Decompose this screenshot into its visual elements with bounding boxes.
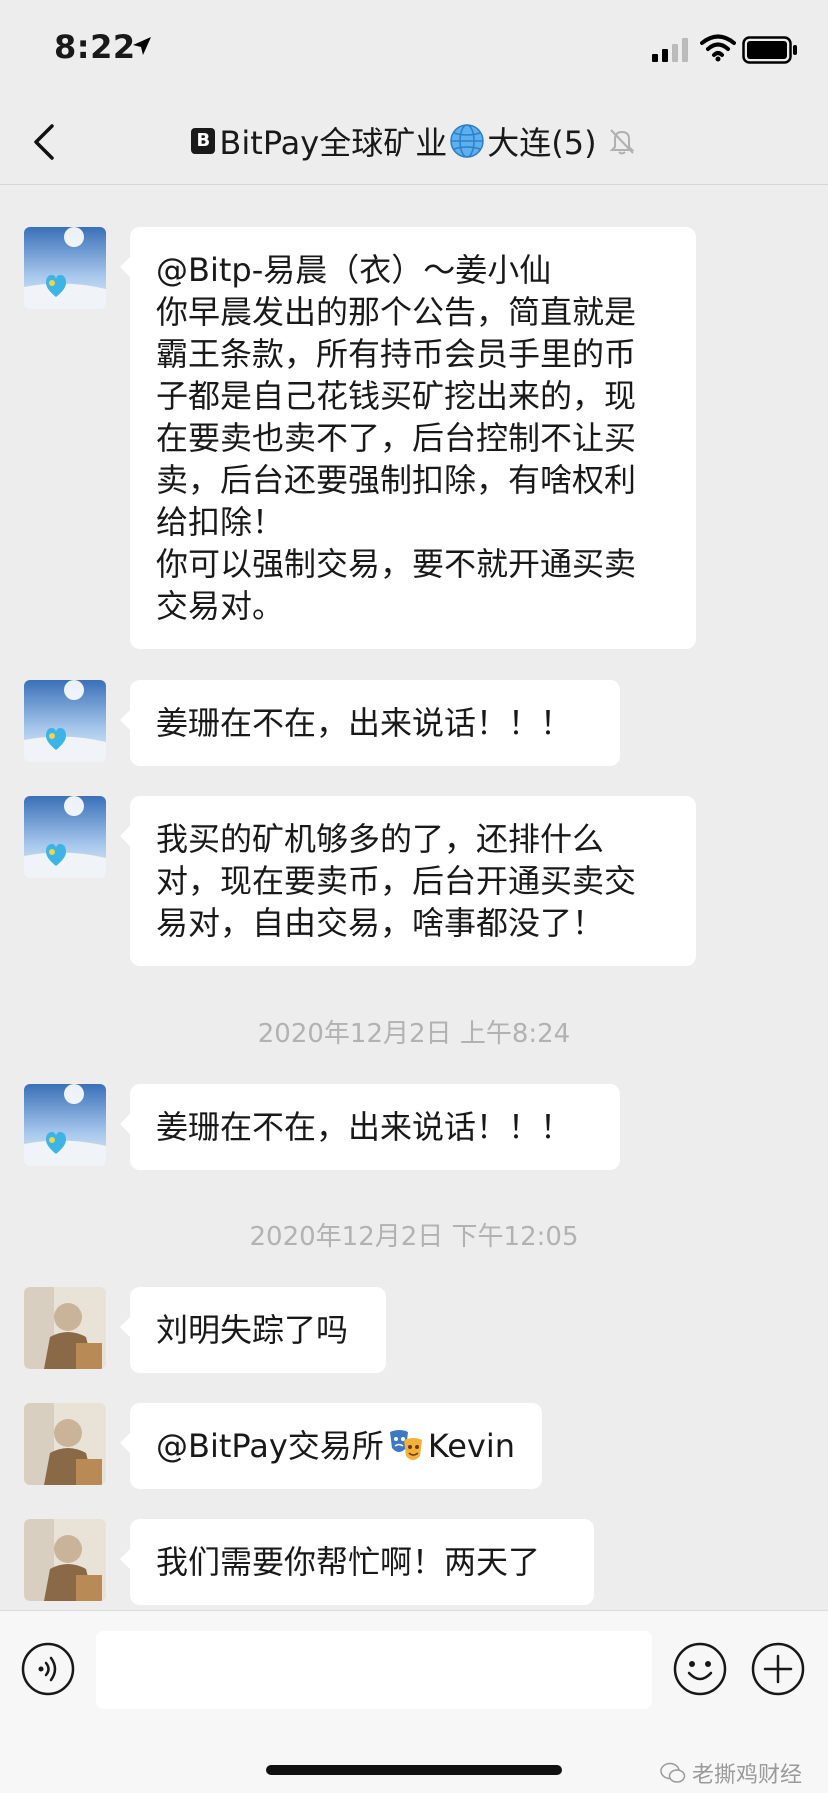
message-list[interactable]: @Bitp-易晨（衣）～姜小仙 你早晨发出的那个公告，简直就是 霸王条款，所有持… [0,185,828,1610]
message-line: 刘明失踪了吗 [156,1311,349,1349]
message-line: 交易对。 [156,587,285,625]
message-line: 对，现在要卖币，后台开通买卖交 [156,862,637,900]
message-line: @BitPay交易所 [156,1427,384,1465]
chat-title-part2: 大连(5) [487,124,597,162]
message-bubble[interactable]: @BitPay交易所 Kevin [120,1403,542,1489]
masks-emoji-icon [389,1430,422,1460]
message-line: 给扣除！ [156,503,285,541]
message-input[interactable] [96,1631,652,1709]
message-bubble[interactable]: 刘明失踪了吗 [120,1287,386,1373]
avatar[interactable] [24,1287,106,1369]
avatar[interactable] [24,227,106,309]
message-line: Kevin [427,1427,515,1465]
chat-title-part1: BitPay全球矿业 [219,124,448,162]
home-indicator [266,1765,562,1775]
message-line: 姜珊在不在，出来说话！！！ [156,1108,573,1146]
avatar[interactable] [24,1403,106,1485]
timestamp: 2020年12月2日 上午8:24 [257,1019,571,1049]
message-line: 姜珊在不在，出来说话！！！ [156,704,573,742]
message-line: 卖，后台还要强制扣除，有啥权利 [156,461,637,499]
message-line: 你早晨发出的那个公告，简直就是 [156,293,637,331]
globe-icon [450,124,484,158]
wechat-logo-icon [660,1762,686,1783]
wifi-icon [700,34,736,62]
message-line: 在要卖也卖不了，后台控制不让买 [156,419,637,457]
watermark-text: 老撕鸡财经 [691,1763,802,1788]
plus-icon[interactable] [750,1641,806,1697]
message-line: 我们需要你帮忙啊！两天了 [156,1543,541,1581]
avatar[interactable] [24,680,106,762]
avatar[interactable] [24,1519,106,1601]
message-line: 你可以强制交易，要不就开通买卖 [156,545,637,583]
emoji-icon[interactable] [672,1641,728,1697]
chat-header: B BitPay全球矿业 大连(5) [0,100,828,185]
voice-icon[interactable] [20,1641,76,1697]
timestamp: 2020年12月2日 下午12:05 [249,1222,579,1252]
message-line: 易对，自由交易，啥事都没了！ [156,904,605,942]
avatar[interactable] [24,1084,106,1166]
message-line: @Bitp-易晨（衣）～姜小仙 [156,251,552,289]
status-bar: 8:22 [0,0,828,100]
bitpay-badge: B [191,128,216,154]
message-bubble[interactable]: 姜珊在不在，出来说话！！！ [120,680,620,766]
watermark: 老撕鸡财经 [660,1757,802,1789]
location-arrow-icon [133,37,151,55]
avatar[interactable] [24,796,106,878]
message-bubble[interactable]: 我买的矿机够多的了，还排什么 对，现在要卖币，后台开通买卖交 易对，自由交易，啥… [120,796,696,966]
message-line: 我买的矿机够多的了，还排什么 [156,820,605,858]
battery-icon [742,36,797,64]
message-bubble[interactable]: @Bitp-易晨（衣）～姜小仙 你早晨发出的那个公告，简直就是 霸王条款，所有持… [120,227,696,649]
status-time: 8:22 [54,28,136,66]
message-line: 子都是自己花钱买矿挖出来的，现 [156,377,637,415]
chat-title[interactable]: B BitPay全球矿业 大连(5) [0,118,828,164]
cellular-signal-icon [652,38,688,62]
bell-off-icon [609,129,634,155]
message-bubble[interactable]: 姜珊在不在，出来说话！！！ [120,1084,620,1170]
message-bubble[interactable]: 我们需要你帮忙啊！两天了 [120,1519,594,1605]
message-line: 霸王条款，所有持币会员手里的币 [156,335,637,373]
